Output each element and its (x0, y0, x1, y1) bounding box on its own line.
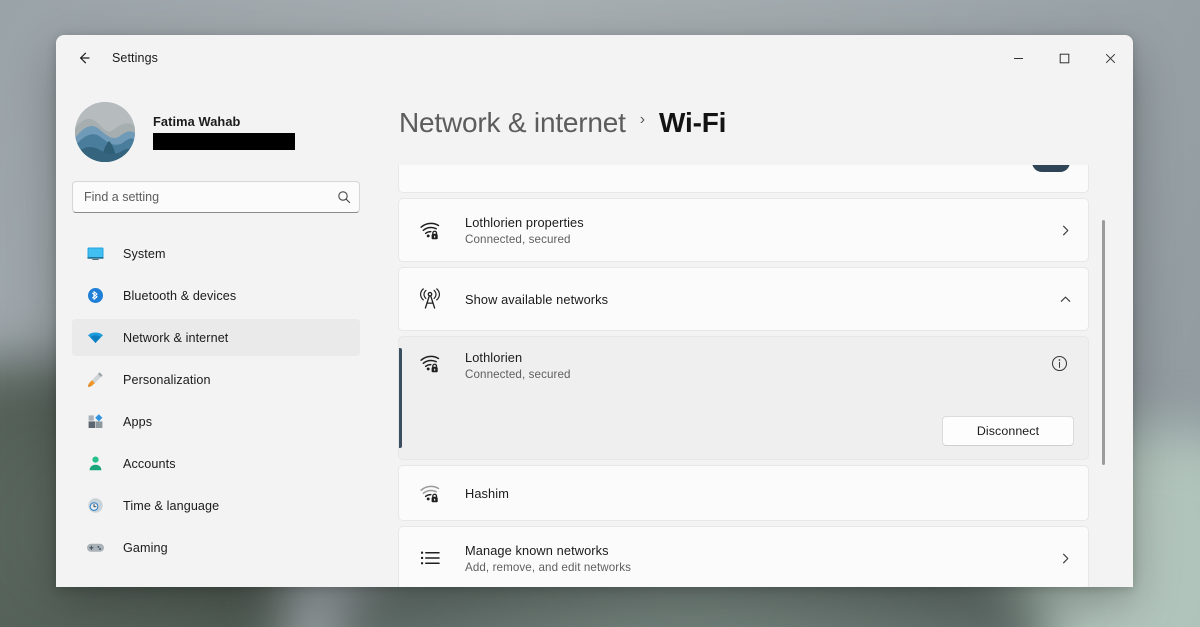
wifi-secured-icon (417, 217, 443, 243)
sidebar: Fatima Wahab Find a setting System Bluet… (56, 81, 376, 587)
sidebar-nav: System Bluetooth & devices Network & int… (72, 235, 360, 587)
sidebar-item-label: System (123, 246, 166, 261)
wifi-secured-icon (417, 350, 443, 376)
minimize-button[interactable] (995, 35, 1041, 81)
wifi-icon (85, 328, 105, 348)
window-title: Settings (112, 51, 158, 65)
title-bar: Settings (56, 35, 1133, 81)
page-title: Wi-Fi (659, 107, 727, 138)
selection-accent-bar (399, 348, 402, 448)
account-info: Fatima Wahab (153, 114, 295, 150)
scrollbar-thumb[interactable] (1102, 220, 1105, 465)
card-title: Manage known networks (465, 542, 609, 558)
paintbrush-icon (85, 370, 105, 390)
lothlorien-properties-card[interactable]: Lothlorien properties Connected, secured (398, 198, 1089, 262)
wifi-toggle-card-partial[interactable] (398, 165, 1089, 193)
clock-icon (85, 496, 105, 516)
desktop-background: Settings Fatima Wahab Find a setting Sys… (0, 0, 1200, 627)
list-icon (417, 545, 443, 571)
wifi-toggle-switch[interactable] (1032, 165, 1070, 172)
sidebar-item-label: Accounts (123, 456, 176, 471)
sidebar-item-system[interactable]: System (72, 235, 360, 272)
network-texts: Lothlorien Connected, secured (465, 350, 1046, 381)
chevron-up-icon (1059, 293, 1072, 306)
sidebar-item-label: Bluetooth & devices (123, 288, 237, 303)
network-item-hashim[interactable]: Hashim (398, 465, 1089, 521)
account-email-redacted (153, 133, 295, 150)
search-input[interactable] (72, 181, 360, 213)
scrollbar-track[interactable] (1097, 165, 1109, 587)
manage-known-networks-card[interactable]: Manage known networks Add, remove, and e… (398, 526, 1089, 587)
window-body: Fatima Wahab Find a setting System Bluet… (56, 81, 1133, 587)
maximize-button[interactable] (1041, 35, 1087, 81)
network-actions: Disconnect (942, 416, 1074, 446)
breadcrumb-separator: › (639, 111, 646, 128)
card-texts: Show available networks (465, 292, 1059, 307)
sidebar-item-bluetooth-devices[interactable]: Bluetooth & devices (72, 277, 360, 314)
search-box (72, 181, 360, 213)
chevron-right-icon (1059, 552, 1072, 565)
sidebar-item-personalization[interactable]: Personalization (72, 361, 360, 398)
sidebar-item-label: Apps (123, 414, 153, 429)
sidebar-item-label: Personalization (123, 372, 211, 387)
back-button[interactable] (67, 43, 101, 73)
network-texts: Hashim (465, 486, 1072, 501)
bluetooth-icon (85, 286, 105, 306)
sidebar-item-time-language[interactable]: Time & language (72, 487, 360, 524)
show-available-networks-card[interactable]: Show available networks (398, 267, 1089, 331)
sidebar-item-apps[interactable]: Apps (72, 403, 360, 440)
sidebar-item-label: Gaming (123, 540, 168, 555)
breadcrumb-parent-link[interactable]: Network & internet (399, 107, 626, 139)
window-controls (995, 35, 1133, 81)
card-texts: Lothlorien properties Connected, secured (465, 215, 1059, 246)
apps-blocks-icon (85, 412, 105, 432)
settings-window: Settings Fatima Wahab Find a setting Sys… (56, 35, 1133, 587)
settings-scroll-area: Lothlorien properties Connected, secured (398, 165, 1111, 587)
network-status: Connected, secured (465, 368, 571, 381)
gamepad-icon (85, 538, 105, 558)
network-item-lothlorien[interactable]: Lothlorien Connected, secured Disconnect (398, 336, 1089, 460)
sidebar-item-label: Network & internet (123, 330, 229, 345)
broadcast-tower-icon (417, 286, 443, 312)
network-name: Lothlorien (465, 350, 523, 365)
info-circle-icon[interactable] (1046, 350, 1072, 376)
person-icon (85, 454, 105, 474)
disconnect-button[interactable]: Disconnect (942, 416, 1074, 446)
sidebar-item-accounts[interactable]: Accounts (72, 445, 360, 482)
breadcrumb: Network & internet › Wi-Fi (398, 81, 1111, 165)
network-name: Hashim (465, 485, 509, 501)
wifi-secured-weak-icon (417, 480, 443, 506)
monitor-icon (85, 244, 105, 264)
account-name: Fatima Wahab (153, 114, 241, 129)
avatar (75, 102, 135, 162)
account-card[interactable]: Fatima Wahab (72, 81, 360, 173)
content-pane: Network & internet › Wi-Fi Lothlorien pr… (376, 81, 1133, 587)
sidebar-item-label: Time & language (123, 498, 220, 513)
card-subtitle: Connected, secured (465, 232, 571, 246)
card-title: Show available networks (465, 291, 609, 307)
card-texts: Manage known networks Add, remove, and e… (465, 543, 1059, 574)
sidebar-item-gaming[interactable]: Gaming (72, 529, 360, 566)
card-title: Lothlorien properties (465, 214, 584, 230)
sidebar-item-network-internet[interactable]: Network & internet (72, 319, 360, 356)
network-header: Lothlorien Connected, secured (417, 337, 1072, 381)
chevron-right-icon (1059, 224, 1072, 237)
card-subtitle: Add, remove, and edit networks (465, 560, 632, 574)
close-button[interactable] (1087, 35, 1133, 81)
